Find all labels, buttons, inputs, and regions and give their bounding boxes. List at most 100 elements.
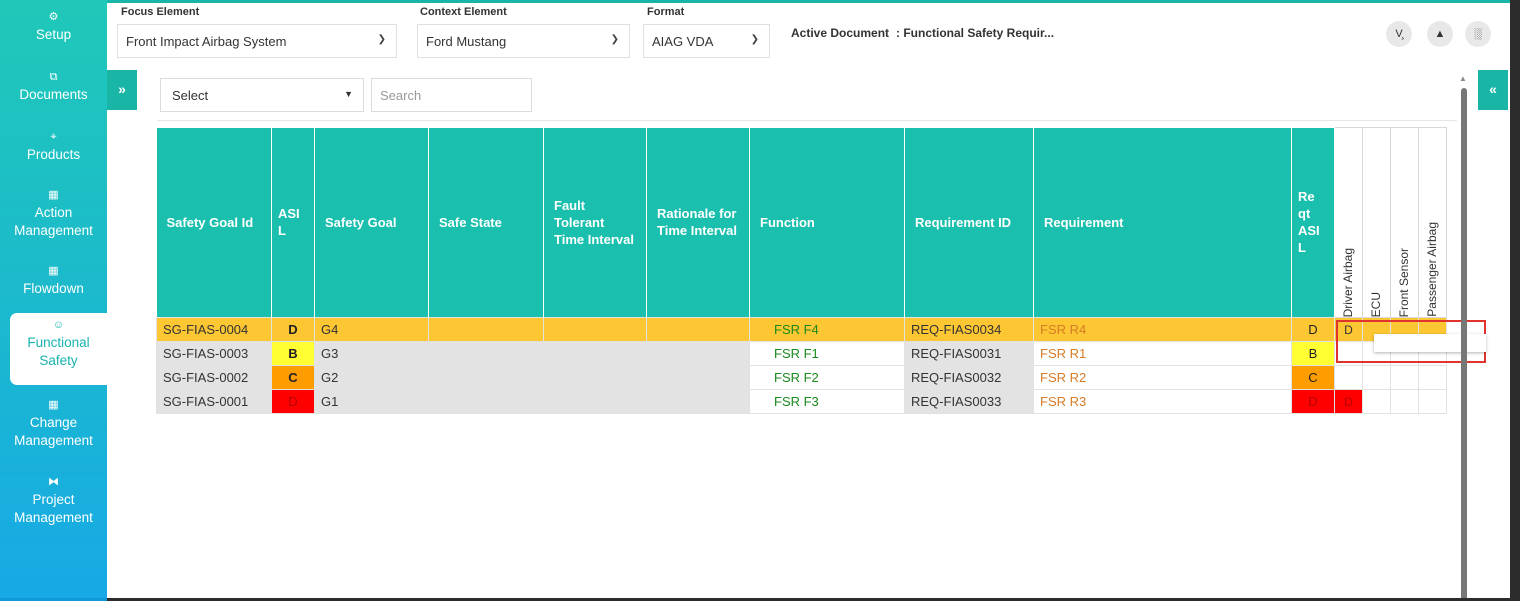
table-row[interactable]: SG-FIAS-0003 B G3 FSR F1 REQ-FIAS0031 FSR R1 B <box>156 341 1447 366</box>
table-row[interactable]: SG-FIAS-0004 D G4 FSR F4 REQ-FIAS0034 FSR R4 D… <box>156 317 1447 342</box>
cell-requirement[interactable]: FSR R2 <box>1033 365 1292 390</box>
cell-allocation[interactable]: D <box>1334 317 1363 342</box>
header-alloc-ecu[interactable]: ECU <box>1362 127 1391 318</box>
cell-asil[interactable]: C <box>271 365 315 390</box>
cell-requirement[interactable]: FSR R1 <box>1033 341 1292 366</box>
header-alloc-front-sensor[interactable]: Front Sensor <box>1390 127 1419 318</box>
cell-rationale[interactable] <box>646 317 750 342</box>
cell-allocation[interactable] <box>1418 389 1447 414</box>
double-chevron-left-icon: « <box>1489 81 1497 97</box>
focus-element-label: Focus Element <box>121 6 200 18</box>
header-rationale[interactable]: Rationale for Time Interval <box>646 127 750 318</box>
cell-safe-state[interactable] <box>428 341 544 366</box>
sidebar-item-change-management[interactable]: ▦ Change Management <box>0 398 107 450</box>
cell-requirement[interactable]: FSR R3 <box>1033 389 1292 414</box>
scroll-up-arrow-icon[interactable]: ▲ <box>1459 74 1467 83</box>
cell-asil[interactable]: D <box>271 317 315 342</box>
sidebar-item-label: Setup <box>35 27 72 42</box>
cell-safety-goal-id[interactable]: SG-FIAS-0004 <box>156 317 272 342</box>
cell-safety-goal[interactable]: G4 <box>314 317 429 342</box>
cell-requirement-id[interactable]: REQ-FIAS0034 <box>904 317 1034 342</box>
context-element-select[interactable]: Ford Mustang ❯ <box>417 24 630 58</box>
cell-rationale[interactable] <box>646 365 750 390</box>
table-row[interactable]: SG-FIAS-0001 D G1 FSR F3 REQ-FIAS0033 FSR R3 D… <box>156 389 1447 414</box>
header-alloc-driver-airbag[interactable]: Driver Airbag <box>1334 127 1363 318</box>
sidebar-item-documents[interactable]: ⧉ Documents <box>0 70 107 104</box>
format-select[interactable]: AIAG VDA ❯ <box>643 24 770 58</box>
context-element-label: Context Element <box>420 6 507 18</box>
header-asil[interactable]: ASI L <box>271 127 315 318</box>
header-requirement[interactable]: Requirement <box>1033 127 1292 318</box>
cell-allocation[interactable] <box>1334 365 1363 390</box>
header-alloc-passenger-airbag[interactable]: Passenger Airbag <box>1418 127 1447 318</box>
cell-allocation[interactable] <box>1362 389 1391 414</box>
search-input[interactable] <box>371 78 532 112</box>
cell-requirement-id[interactable]: REQ-FIAS0031 <box>904 341 1034 366</box>
cell-function[interactable]: FSR F3 <box>749 389 905 414</box>
sidebar-item-project-management[interactable]: ⧓ Project Management <box>0 475 107 527</box>
sidebar-item-action-management[interactable]: ▦ Action Management <box>0 188 107 240</box>
cell-reqt-asil[interactable]: D <box>1291 317 1335 342</box>
cell-allocation[interactable]: D <box>1334 389 1363 414</box>
cell-safety-goal[interactable]: G3 <box>314 341 429 366</box>
smile-icon: ☺ <box>52 319 65 331</box>
filter-select[interactable]: Select ▼ <box>160 78 364 112</box>
cogs-icon: ⚙ <box>48 11 59 23</box>
cell-requirement-id[interactable]: REQ-FIAS0033 <box>904 389 1034 414</box>
header-requirement-id[interactable]: Requirement ID <box>904 127 1034 318</box>
double-chevron-right-icon: » <box>118 81 126 97</box>
focus-element-select[interactable]: Front Impact Airbag System ❯ <box>117 24 397 58</box>
vinyl-icon-button[interactable]: V̧ <box>1386 21 1412 47</box>
collapse-panel-button[interactable]: « <box>1478 70 1508 110</box>
cell-safety-goal[interactable]: G1 <box>314 389 429 414</box>
header-ftti[interactable]: Fault Tolerant Time Interval <box>543 127 647 318</box>
expand-panel-button[interactable]: » <box>107 70 137 110</box>
functional-safety-requirements-table: Safety Goal Id ASI L Safety Goal Safe St… <box>156 127 1447 414</box>
cell-reqt-asil[interactable]: D <box>1291 389 1335 414</box>
cell-asil[interactable]: B <box>271 341 315 366</box>
cell-allocation[interactable] <box>1390 365 1419 390</box>
vertical-scrollbar[interactable] <box>1461 88 1467 601</box>
header-function[interactable]: Function <box>749 127 905 318</box>
header-reqt-asil[interactable]: Re qt ASI L <box>1291 127 1335 318</box>
cell-rationale[interactable] <box>646 341 750 366</box>
sidebar-item-label: Functional Safety <box>27 335 90 368</box>
cell-safety-goal-id[interactable]: SG-FIAS-0003 <box>156 341 272 366</box>
cell-function[interactable]: FSR F4 <box>749 317 905 342</box>
table-row[interactable]: SG-FIAS-0002 C G2 FSR F2 REQ-FIAS0032 FSR R2 C <box>156 365 1447 390</box>
cell-rationale[interactable] <box>646 389 750 414</box>
cell-allocation[interactable] <box>1390 389 1419 414</box>
cell-safety-goal[interactable]: G2 <box>314 365 429 390</box>
sidebar-item-flowdown[interactable]: ▦ Flowdown <box>0 264 107 298</box>
product-icon: ⌖ <box>50 131 57 143</box>
cell-reqt-asil[interactable]: C <box>1291 365 1335 390</box>
sidebar-item-functional-safety[interactable]: ☺ Functional Safety <box>10 313 107 385</box>
cell-safety-goal-id[interactable]: SG-FIAS-0001 <box>156 389 272 414</box>
cell-asil[interactable]: D <box>271 389 315 414</box>
cell-allocation[interactable] <box>1362 365 1391 390</box>
cell-safe-state[interactable] <box>428 317 544 342</box>
chart-icon-button[interactable]: ░ <box>1465 21 1491 47</box>
cell-safe-state[interactable] <box>428 365 544 390</box>
header-safety-goal[interactable]: Safety Goal <box>314 127 429 318</box>
cell-ftti[interactable] <box>543 389 647 414</box>
cell-ftti[interactable] <box>543 365 647 390</box>
cell-requirement[interactable]: FSR R4 <box>1033 317 1292 342</box>
header-safe-state[interactable]: Safe State <box>428 127 544 318</box>
cell-function[interactable]: FSR F1 <box>749 341 905 366</box>
cell-ftti[interactable] <box>543 341 647 366</box>
drop-icon-button[interactable]: ▲ <box>1427 21 1453 47</box>
header-safety-goal-id[interactable]: Safety Goal Id <box>156 127 272 318</box>
cell-allocation[interactable] <box>1418 365 1447 390</box>
cell-function[interactable]: FSR F2 <box>749 365 905 390</box>
cell-safety-goal-id[interactable]: SG-FIAS-0002 <box>156 365 272 390</box>
sidebar-item-setup[interactable]: ⚙ Setup <box>0 10 107 44</box>
sidebar-item-products[interactable]: ⌖ Products <box>0 130 107 164</box>
cell-safe-state[interactable] <box>428 389 544 414</box>
cell-reqt-asil[interactable]: B <box>1291 341 1335 366</box>
cell-requirement-id[interactable]: REQ-FIAS0032 <box>904 365 1034 390</box>
cell-ftti[interactable] <box>543 317 647 342</box>
format-label: Format <box>647 6 685 18</box>
cell-allocation[interactable] <box>1334 341 1363 366</box>
allocation-dropdown-popup[interactable] <box>1374 334 1486 352</box>
